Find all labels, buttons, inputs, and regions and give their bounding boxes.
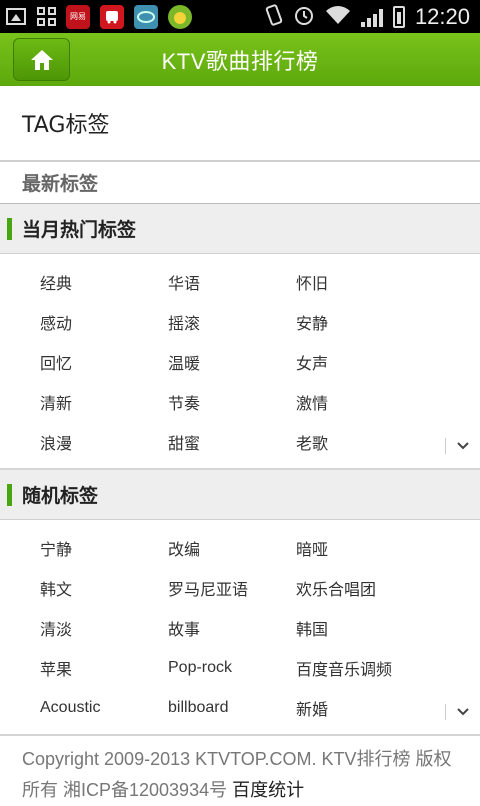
tag-link[interactable]: 韩文 <box>40 576 72 600</box>
tag-link[interactable]: 回忆 <box>40 350 72 374</box>
random-tags-header: 随机标签 <box>0 470 480 520</box>
home-icon <box>30 49 53 70</box>
tag-link[interactable]: 百度音乐调频 <box>296 656 392 680</box>
footer: Copyright 2009-2013 KTVTOP.COM. KTV排行榜 版… <box>0 736 480 806</box>
battery-icon <box>392 5 405 28</box>
tag-link[interactable]: 改编 <box>168 536 200 560</box>
clock-time: 12:20 <box>414 3 470 29</box>
tag-row: 经典 华语 怀旧 <box>0 262 480 302</box>
wifi-icon <box>325 5 351 29</box>
random-tag-grid: 宁静 改编 暗哑 韩文 罗马尼亚语 欢乐合唱团 清淡 故事 韩国 苹果 Pop-… <box>0 520 480 736</box>
netease-app-icon: 网易 <box>66 4 90 29</box>
tag-row: Acoustic billboard 新婚 <box>0 688 480 728</box>
tag-row: 苹果 Pop-rock 百度音乐调频 <box>0 648 480 688</box>
monthly-tag-grid: 经典 华语 怀旧 感动 摇滚 安静 回忆 温暖 女声 清新 节奏 激情 浪漫 甜… <box>0 254 480 470</box>
tag-link[interactable]: 暗哑 <box>296 536 328 560</box>
tag-link[interactable]: 清新 <box>40 390 72 414</box>
tag-link[interactable]: 节奏 <box>168 390 200 414</box>
tag-link[interactable]: 甜蜜 <box>168 430 200 454</box>
tag-link[interactable]: 摇滚 <box>168 310 200 334</box>
tag-row: 宁静 改编 暗哑 <box>0 528 480 568</box>
latest-tags-link[interactable]: 最新标签 <box>0 162 480 204</box>
monthly-hot-tags-header: 当月热门标签 <box>0 204 480 254</box>
tag-link[interactable]: 故事 <box>168 616 200 640</box>
tag-link[interactable]: 韩国 <box>296 616 328 640</box>
fruit-app-icon <box>168 4 192 29</box>
tag-row: 回忆 温暖 女声 <box>0 342 480 382</box>
alarm-icon <box>293 4 315 30</box>
tag-link[interactable]: 女声 <box>296 350 328 374</box>
divider <box>445 704 446 720</box>
expand-random-button[interactable] <box>445 704 470 720</box>
tag-link[interactable]: Acoustic <box>40 699 100 717</box>
chevron-down-icon <box>457 442 469 450</box>
divider <box>445 438 446 454</box>
tag-link[interactable]: 老歌 <box>296 430 328 454</box>
tag-row: 浪漫 甜蜜 老歌 <box>0 422 480 462</box>
tag-title: TAG标签 <box>0 86 480 162</box>
section-accent-bar <box>7 483 12 506</box>
tag-link[interactable]: billboard <box>168 699 228 717</box>
tag-row: 清新 节奏 激情 <box>0 382 480 422</box>
home-button[interactable] <box>13 38 70 81</box>
tag-link[interactable]: 华语 <box>168 270 200 294</box>
page-title: KTV歌曲排行榜 <box>161 48 319 74</box>
tag-link[interactable]: 怀旧 <box>296 270 328 294</box>
tag-link[interactable]: 温暖 <box>168 350 200 374</box>
tag-link[interactable]: 激情 <box>296 390 328 414</box>
tag-link[interactable]: 罗马尼亚语 <box>168 576 248 600</box>
section-accent-bar <box>7 217 12 240</box>
expand-monthly-button[interactable] <box>445 438 470 454</box>
tag-link[interactable]: 宁静 <box>40 536 72 560</box>
tag-link[interactable]: 经典 <box>40 270 72 294</box>
gallery-icon <box>6 8 26 25</box>
tag-link[interactable]: 苹果 <box>40 656 72 680</box>
rotate-icon <box>265 3 283 30</box>
tag-row: 感动 摇滚 安静 <box>0 302 480 342</box>
tag-link[interactable]: 安静 <box>296 310 328 334</box>
chevron-down-icon <box>457 708 469 716</box>
tag-link[interactable]: 浪漫 <box>40 430 72 454</box>
browser-app-icon <box>134 4 158 29</box>
main-content: TAG标签 最新标签 当月热门标签 经典 华语 怀旧 感动 摇滚 安静 回忆 温… <box>0 86 480 806</box>
tag-link[interactable]: 新婚 <box>296 696 328 720</box>
signal-icon <box>360 7 383 27</box>
baidu-stats-link[interactable]: 百度统计 <box>232 780 304 800</box>
tag-row: 清淡 故事 韩国 <box>0 608 480 648</box>
tag-link[interactable]: 欢乐合唱团 <box>296 576 376 600</box>
tag-link[interactable]: 感动 <box>40 310 72 334</box>
tag-link[interactable]: 清淡 <box>40 616 72 640</box>
status-bar: 网易 12:20 <box>0 0 480 33</box>
section-title: 随机标签 <box>22 485 99 507</box>
apps-grid-icon <box>36 6 56 27</box>
tag-row: 韩文 罗马尼亚语 欢乐合唱团 <box>0 568 480 608</box>
bus-app-icon <box>100 4 124 29</box>
section-title: 当月热门标签 <box>22 219 137 241</box>
tag-link[interactable]: Pop-rock <box>168 659 232 677</box>
app-header: KTV歌曲排行榜 <box>0 33 480 86</box>
